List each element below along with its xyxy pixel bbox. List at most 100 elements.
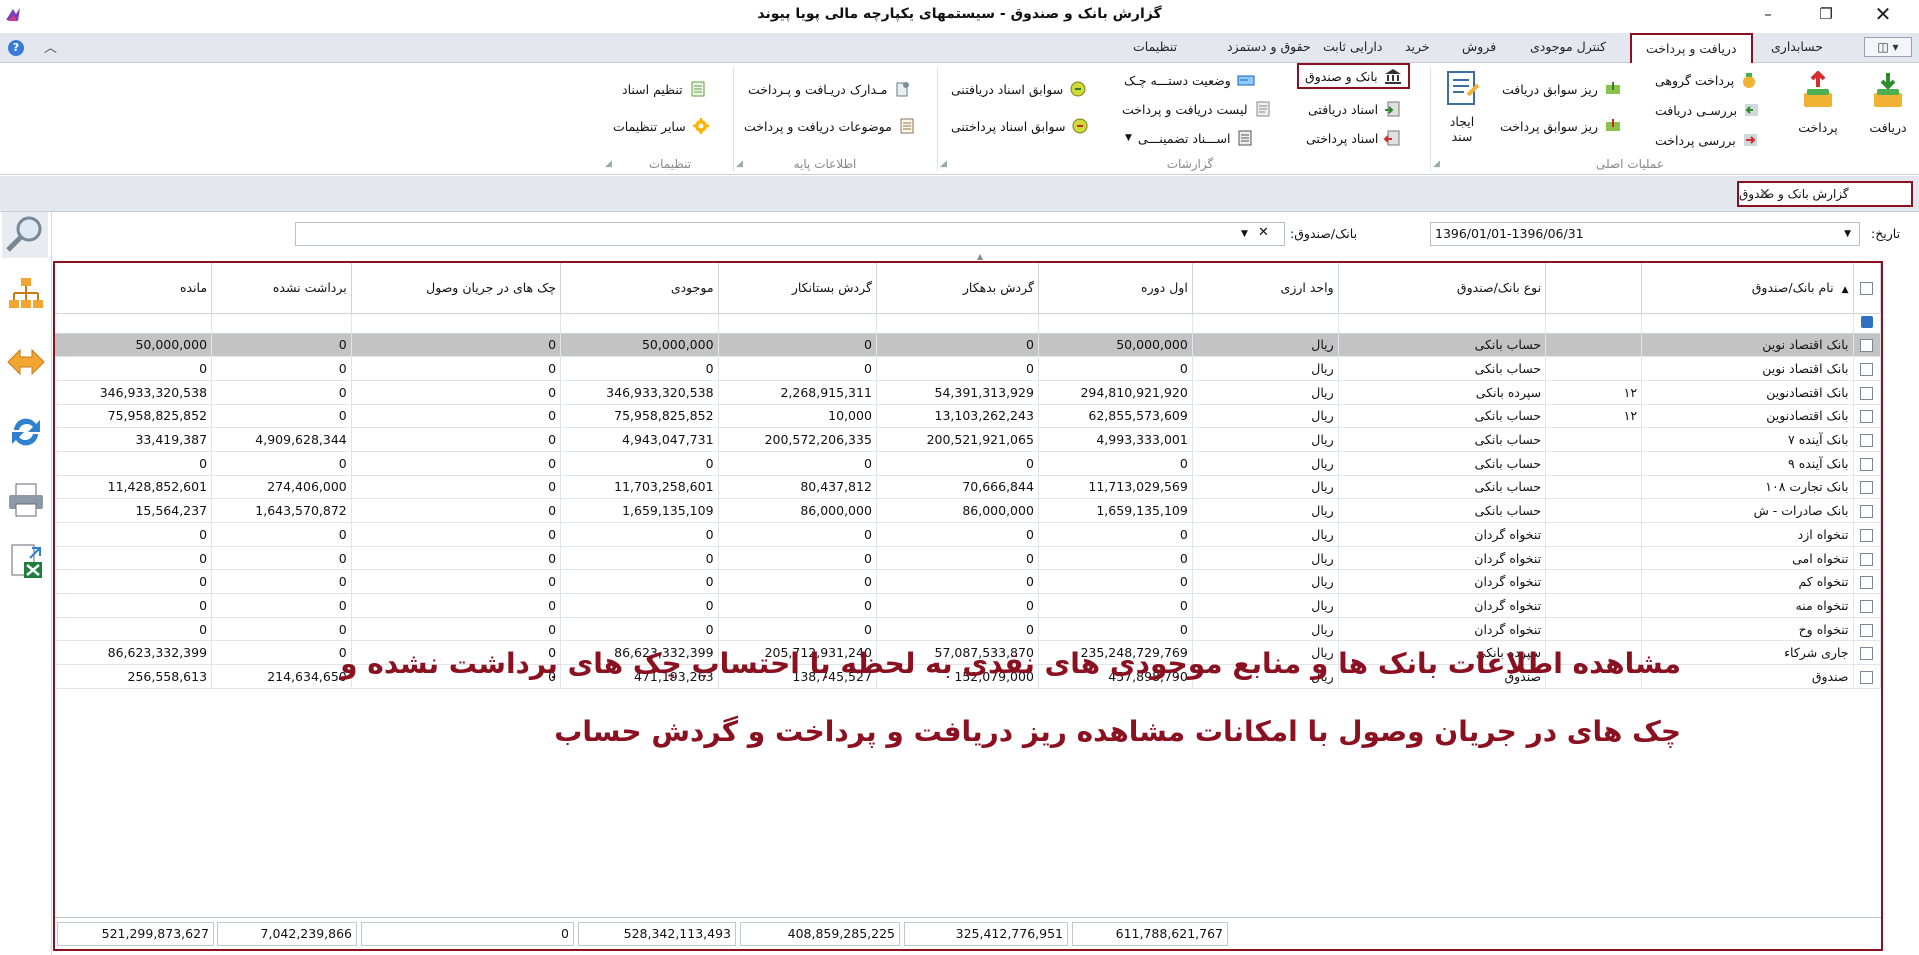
received-docs-history-button[interactable]: سوابق اسناد دریافتنی — [951, 78, 1087, 100]
row-checkbox-cell[interactable] — [1853, 664, 1881, 689]
row-checkbox[interactable] — [1860, 481, 1874, 495]
table-row[interactable]: 346,933,320,538 0 0 346,933,320,538 2,268,91… — [55, 380, 1881, 405]
row-checkbox[interactable] — [1860, 576, 1874, 590]
row-checkbox-cell[interactable] — [1853, 356, 1881, 381]
row-checkbox-cell[interactable] — [1853, 427, 1881, 452]
tab-sales[interactable]: فروش — [1462, 39, 1496, 54]
table-row[interactable]: 0 0 0 0 0 0 0 ریال تنخواه گردان تنخواه امی — [55, 546, 1881, 571]
col-header-not-cashed[interactable]: برداشت نشده — [211, 263, 352, 314]
filter-cell[interactable] — [1038, 313, 1193, 334]
filter-cell[interactable] — [1545, 313, 1643, 334]
table-row[interactable]: 33,419,387 4,909,628,344 0 4,943,047,731 200… — [55, 427, 1881, 452]
filter-cell[interactable] — [876, 313, 1039, 334]
create-document-button[interactable]: ایجاد سند — [1437, 69, 1487, 144]
row-checkbox-cell[interactable] — [1853, 522, 1881, 547]
guarantee-docs-button[interactable]: اســـناد تضمینـــی ▼ — [1125, 127, 1254, 149]
tab-purchase[interactable]: خرید — [1405, 39, 1430, 54]
minimize-button[interactable]: – — [1745, 0, 1791, 30]
help-icon[interactable]: ? — [8, 40, 24, 56]
group-pay-button[interactable]: پرداخت گروهی — [1655, 69, 1758, 91]
print-icon[interactable] — [6, 480, 46, 520]
bank-select[interactable]: ✕ ▼ — [295, 222, 1285, 246]
filter-cell[interactable] — [1338, 313, 1547, 334]
filter-cell[interactable] — [351, 313, 562, 334]
paid-docs-history-button[interactable]: سوابق اسناد پرداختنی — [951, 115, 1089, 137]
pay-button[interactable]: پرداخت — [1788, 70, 1848, 135]
filter-cell[interactable] — [1641, 313, 1854, 334]
pay-details-button[interactable]: ریز سوابق پرداخت — [1500, 115, 1622, 137]
receive-button[interactable]: دریافت — [1860, 71, 1916, 135]
filter-cell[interactable] — [55, 313, 213, 334]
group-launcher-icon[interactable]: ◢ — [736, 159, 743, 169]
search-icon[interactable] — [2, 212, 48, 258]
row-checkbox[interactable] — [1860, 457, 1874, 471]
tab-settings[interactable]: تنظیمات — [1133, 39, 1177, 54]
col-header-debit[interactable]: گردش بدهکار — [876, 263, 1039, 314]
table-row[interactable]: 0 0 0 0 0 0 0 ریال حساب بانکی بانک آینده ۹ — [55, 451, 1881, 476]
dropdown-arrow-icon[interactable]: ▼ — [1125, 133, 1132, 143]
group-launcher-icon[interactable]: ◢ — [1433, 159, 1440, 169]
col-header-remaining[interactable]: مانده — [55, 263, 213, 314]
filter-icon[interactable] — [1860, 315, 1873, 328]
receive-pay-list-button[interactable]: لیست دریافت و پرداخت — [1122, 98, 1272, 120]
checkbook-status-button[interactable]: وضعیت دستـــه چـک — [1124, 69, 1255, 91]
row-checkbox[interactable] — [1860, 647, 1874, 661]
tab-accounting[interactable]: حسابداری — [1771, 39, 1823, 54]
collapse-ribbon-icon[interactable]: ︿ — [44, 37, 57, 56]
col-header-code[interactable] — [1545, 263, 1643, 314]
tab-fixed-assets[interactable]: دارایی ثابت — [1323, 39, 1382, 54]
receive-pay-documents-button[interactable]: مـدارک دریـافت و پـرداخت — [748, 78, 911, 100]
table-row[interactable]: 0 0 0 0 0 0 0 ریال تنخواه گردان تنخواه کم — [55, 569, 1881, 595]
table-row[interactable]: 11,428,852,601 274,406,000 0 11,703,258,601… — [55, 475, 1881, 500]
row-checkbox[interactable] — [1860, 552, 1874, 566]
table-row[interactable]: 75,958,825,852 0 0 75,958,825,852 10,000 13,1… — [55, 404, 1881, 429]
col-header-opening[interactable]: اول دوره — [1038, 263, 1193, 314]
tab-inventory[interactable]: کنترل موجودی — [1530, 39, 1606, 54]
collapse-handle-icon[interactable]: ▲ — [977, 252, 983, 261]
maximize-button[interactable]: ❐ — [1803, 0, 1849, 30]
row-checkbox-cell[interactable] — [1853, 569, 1881, 595]
select-all-cell[interactable] — [1853, 263, 1881, 314]
filter-cell[interactable] — [1192, 313, 1339, 334]
col-header-name[interactable]: ▲ نام بانک/صندوق — [1641, 263, 1854, 314]
table-row[interactable]: 0 0 0 0 0 0 0 ریال تنخواه گردان تنخواه وح — [55, 617, 1881, 642]
excel-export-icon[interactable] — [6, 542, 46, 582]
paid-docs-button[interactable]: اسناد پرداختی — [1306, 127, 1402, 149]
date-range-select[interactable]: 1396/01/01-1396/06/31 ▼ — [1430, 222, 1860, 246]
doc-setup-button[interactable]: تنظیم اسناد — [622, 78, 707, 100]
col-header-type[interactable]: نوع بانک/صندوق — [1338, 263, 1547, 314]
table-row[interactable]: 0 0 0 0 0 0 0 ریال تنخواه گردان تنخواه ازد — [55, 522, 1881, 547]
received-docs-button[interactable]: اسناد دریافتی — [1308, 98, 1402, 120]
row-checkbox[interactable] — [1860, 670, 1874, 684]
review-receive-button[interactable]: بررسـی دریافت — [1655, 99, 1761, 121]
expand-horizontal-icon[interactable] — [6, 342, 46, 382]
col-header-balance[interactable]: موجودی — [560, 263, 719, 314]
row-checkbox[interactable] — [1860, 410, 1874, 424]
row-checkbox-cell[interactable] — [1853, 380, 1881, 405]
row-checkbox-cell[interactable] — [1853, 333, 1881, 358]
select-all-checkbox[interactable] — [1860, 282, 1874, 296]
row-checkbox-cell[interactable] — [1853, 498, 1881, 523]
row-checkbox-cell[interactable] — [1853, 475, 1881, 500]
row-checkbox-cell[interactable] — [1853, 640, 1881, 666]
row-checkbox[interactable] — [1860, 623, 1874, 637]
filter-cell[interactable] — [211, 313, 352, 334]
table-row[interactable]: 50,000,000 0 0 50,000,000 0 0 50,000,000 ریال حس… — [55, 333, 1881, 358]
group-launcher-icon[interactable]: ◢ — [940, 159, 947, 169]
receive-pay-subjects-button[interactable]: موضوعات دریافت و پرداخت — [744, 115, 916, 137]
tab-receive-pay[interactable]: دریافت و پرداخت — [1630, 33, 1753, 64]
row-checkbox[interactable] — [1860, 386, 1874, 400]
row-checkbox[interactable] — [1860, 339, 1874, 353]
col-header-credit[interactable]: گردش بستانکار — [718, 263, 877, 314]
row-checkbox[interactable] — [1860, 505, 1874, 519]
row-checkbox-cell[interactable] — [1853, 593, 1881, 618]
chevron-down-icon[interactable]: ▼ — [1241, 229, 1248, 239]
chevron-down-icon[interactable]: ▼ — [1844, 229, 1851, 239]
group-launcher-icon[interactable]: ◢ — [605, 159, 612, 169]
close-tab-icon[interactable]: ✕ — [1759, 186, 1771, 202]
row-checkbox-cell[interactable] — [1853, 451, 1881, 476]
table-row[interactable]: 0 0 0 0 0 0 0 ریال تنخواه گردان تنخواه منه — [55, 593, 1881, 618]
bank-and-cash-button[interactable]: بانک و صندوق — [1297, 63, 1410, 89]
receive-details-button[interactable]: ریز سوابق دریافت — [1502, 78, 1622, 100]
table-row[interactable]: 0 0 0 0 0 0 0 ریال حساب بانکی بانک اقتصاد نوین — [55, 356, 1881, 381]
